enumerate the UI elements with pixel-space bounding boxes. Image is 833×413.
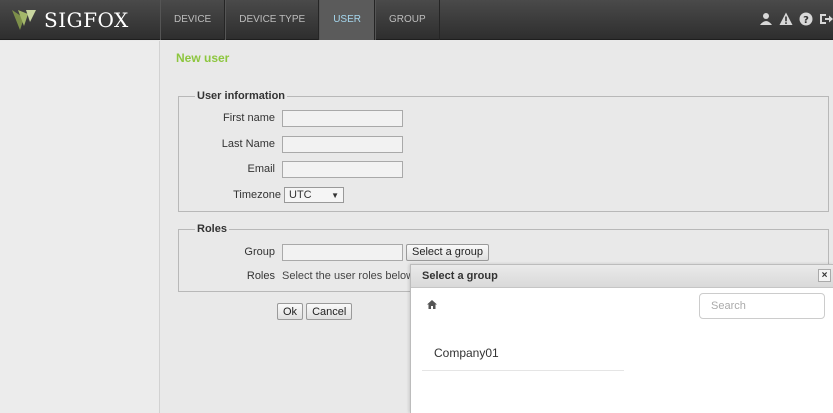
page-title: New user xyxy=(176,51,230,65)
nav-device[interactable]: DEVICE xyxy=(160,0,226,40)
roles-legend: Roles xyxy=(197,223,227,235)
main-nav: DEVICE DEVICE TYPE USER GROUP xyxy=(160,0,440,40)
ok-button[interactable]: Ok xyxy=(277,303,304,320)
dialog-header: Select a group × xyxy=(411,265,833,288)
top-bar: SIGFOX DEVICE DEVICE TYPE USER GROUP ? xyxy=(0,0,833,40)
group-input[interactable] xyxy=(282,243,403,261)
first-name-label: First name xyxy=(223,112,275,124)
timezone-select[interactable]: UTC ▼ xyxy=(284,187,344,203)
logout-icon[interactable] xyxy=(819,12,833,26)
select-group-dialog: Select a group × Company01 xyxy=(410,264,833,413)
select-group-button[interactable]: Select a group xyxy=(406,243,489,261)
home-icon[interactable] xyxy=(427,300,437,309)
first-name-input[interactable] xyxy=(282,109,403,127)
help-icon[interactable]: ? xyxy=(799,12,813,26)
form-actions: Ok Cancel xyxy=(277,303,353,320)
sigfox-logo-icon xyxy=(12,10,36,30)
dialog-title: Select a group xyxy=(422,270,498,282)
nav-group[interactable]: GROUP xyxy=(374,0,440,40)
cancel-button[interactable]: Cancel xyxy=(306,303,353,320)
roles-label: Roles xyxy=(246,270,275,282)
nav-device-type[interactable]: DEVICE TYPE xyxy=(225,0,320,40)
top-icons: ? xyxy=(753,12,833,26)
email-label: Email xyxy=(247,163,275,175)
timezone-label: Timezone xyxy=(233,189,281,201)
group-list-item[interactable]: Company01 xyxy=(422,337,624,371)
group-label: Group xyxy=(244,246,275,258)
email-input[interactable] xyxy=(282,160,403,178)
timezone-value: UTC xyxy=(289,189,312,201)
sigfox-logo[interactable]: SIGFOX xyxy=(10,6,129,34)
user-information-legend: User information xyxy=(197,90,286,102)
svg-text:?: ? xyxy=(803,15,809,26)
nav-user[interactable]: USER xyxy=(319,0,375,40)
user-information-fieldset: User information First name Last Name Em… xyxy=(178,90,829,212)
close-icon[interactable]: × xyxy=(818,269,831,282)
logo-text: SIGFOX xyxy=(44,8,129,32)
last-name-input[interactable] xyxy=(282,135,403,153)
warning-icon[interactable] xyxy=(779,12,793,26)
last-name-label: Last Name xyxy=(221,138,275,150)
left-sidebar xyxy=(0,41,160,413)
dropdown-arrow-icon: ▼ xyxy=(331,190,339,200)
search-input[interactable] xyxy=(699,293,825,319)
roles-hint: Select the user roles below xyxy=(282,270,415,282)
user-icon[interactable] xyxy=(759,12,773,26)
